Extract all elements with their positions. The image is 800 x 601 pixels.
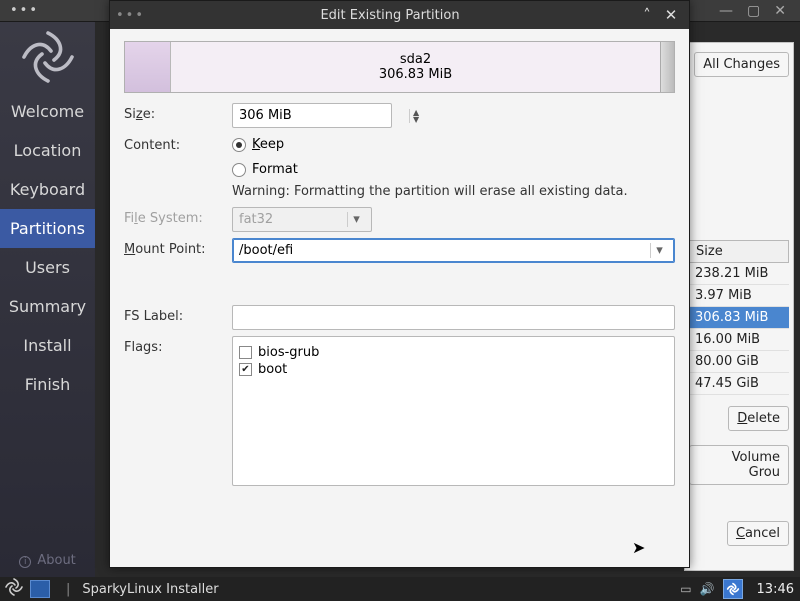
dialog-title: Edit Existing Partition xyxy=(145,8,635,23)
size-down-icon[interactable]: ▼ xyxy=(413,116,419,123)
menu-dots-icon: ••• xyxy=(10,3,39,18)
checkbox-icon xyxy=(239,363,252,376)
sidebar-item-partitions[interactable]: Partitions xyxy=(0,209,95,248)
delete-partition-button[interactable]: Delete xyxy=(728,406,789,431)
dialog-close-icon[interactable]: ✕ xyxy=(659,6,683,24)
checkbox-icon xyxy=(239,346,252,359)
size-input[interactable] xyxy=(239,108,409,123)
sidebar-about-link[interactable]: i About xyxy=(0,543,95,578)
outer-minimize-icon[interactable]: — xyxy=(719,3,733,19)
size-row[interactable]: 306.83 MiB xyxy=(689,307,789,329)
taskbar-logo-icon[interactable] xyxy=(4,577,24,601)
partition-visual-bar: sda2 306.83 MiB xyxy=(124,41,675,93)
dialog-titlebar: ••• Edit Existing Partition ˄ ✕ xyxy=(110,1,689,29)
flag-bios-grub-checkbox[interactable]: bios-grub xyxy=(239,345,668,360)
info-icon: i xyxy=(19,556,31,568)
edit-partition-dialog: ••• Edit Existing Partition ˄ ✕ sda2 306… xyxy=(109,0,690,568)
filesystem-combo: fat32 ▾ xyxy=(232,207,372,232)
size-spinner[interactable]: ▲ ▼ xyxy=(232,103,392,128)
size-row[interactable]: 238.21 MiB xyxy=(689,263,789,285)
tray-installer-icon[interactable] xyxy=(723,579,743,599)
sidebar-item-users[interactable]: Users xyxy=(0,248,95,287)
size-row[interactable]: 80.00 GiB xyxy=(689,351,789,373)
outer-maximize-icon[interactable]: ▢ xyxy=(747,3,760,19)
radio-icon xyxy=(232,138,246,152)
fslabel-field-label: FS Label: xyxy=(124,305,232,324)
partition-list-panel: All Changes Size 238.21 MiB 3.97 MiB 306… xyxy=(684,42,794,571)
partition-size-label: 306.83 MiB xyxy=(379,67,452,82)
chevron-down-icon: ▾ xyxy=(347,212,365,227)
content-format-radio[interactable]: Format xyxy=(232,162,675,177)
flag-boot-checkbox[interactable]: boot xyxy=(239,362,668,377)
bar-endcap-icon xyxy=(660,42,674,92)
sidebar-item-finish[interactable]: Finish xyxy=(0,365,95,404)
sidebar-item-summary[interactable]: Summary xyxy=(0,287,95,326)
size-row[interactable]: 16.00 MiB xyxy=(689,329,789,351)
partition-thumb-icon xyxy=(125,42,171,92)
content-keep-radio[interactable]: Keep xyxy=(232,137,675,152)
taskbar-clock[interactable]: 13:46 xyxy=(757,582,794,597)
mountpoint-value[interactable]: /boot/efi xyxy=(239,243,650,258)
radio-icon xyxy=(232,163,246,177)
size-row[interactable]: 3.97 MiB xyxy=(689,285,789,307)
format-warning-text: Warning: Formatting the partition will e… xyxy=(232,183,675,201)
installer-sidebar: Welcome Location Keyboard Partitions Use… xyxy=(0,22,95,578)
sidebar-item-install[interactable]: Install xyxy=(0,326,95,365)
sidebar-item-welcome[interactable]: Welcome xyxy=(0,92,95,131)
outer-close-icon[interactable]: ✕ xyxy=(774,3,786,19)
filesystem-field-label: File System: xyxy=(124,207,232,226)
size-row[interactable]: 47.45 GiB xyxy=(689,373,789,395)
distro-logo-icon xyxy=(0,22,95,92)
size-field-label: Size: xyxy=(124,103,232,122)
size-column-header: Size xyxy=(689,240,789,263)
cancel-install-button[interactable]: Cancel xyxy=(727,521,789,546)
partition-name-label: sda2 xyxy=(400,52,431,67)
content-field-label: Content: xyxy=(124,134,232,153)
mountpoint-field-label: Mount Point: xyxy=(124,238,232,257)
fslabel-input[interactable] xyxy=(232,305,675,330)
new-volume-group-button[interactable]: Volume Grou xyxy=(689,445,789,485)
taskbar-running-task-icon[interactable] xyxy=(30,580,50,598)
taskbar-task-label[interactable]: SparkyLinux Installer xyxy=(82,582,218,597)
sidebar-item-location[interactable]: Location xyxy=(0,131,95,170)
revert-all-changes-button[interactable]: All Changes xyxy=(694,52,789,77)
tray-volume-icon[interactable]: 🔊 xyxy=(700,582,715,596)
sidebar-item-keyboard[interactable]: Keyboard xyxy=(0,170,95,209)
flags-listbox: bios-grub boot xyxy=(232,336,675,486)
tray-display-icon[interactable]: ▭ xyxy=(680,582,691,596)
mountpoint-combo[interactable]: /boot/efi ▾ xyxy=(232,238,675,263)
dialog-rollup-icon[interactable]: ˄ xyxy=(635,6,659,24)
dialog-menu-dots-icon: ••• xyxy=(116,8,145,23)
taskbar: | SparkyLinux Installer ▭ 🔊 13:46 xyxy=(0,577,800,601)
flags-field-label: Flags: xyxy=(124,336,232,355)
chevron-down-icon[interactable]: ▾ xyxy=(650,243,668,258)
